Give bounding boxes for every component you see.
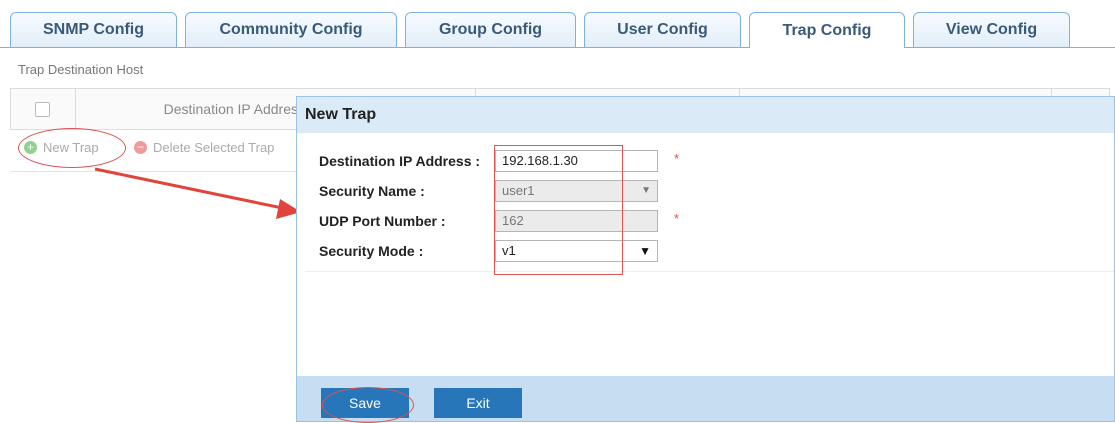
required-mark: * [674, 211, 680, 226]
security-name-row: Security Name : [319, 179, 425, 203]
tab-user-config[interactable]: User Config [584, 12, 741, 47]
tab-community-config[interactable]: Community Config [185, 12, 397, 47]
save-button[interactable]: Save [321, 388, 409, 418]
udp-port-input: 162 [495, 210, 658, 232]
tab-trap-config[interactable]: Trap Config [749, 12, 905, 48]
select-all-checkbox[interactable] [35, 102, 50, 117]
minus-circle-icon: − [134, 141, 147, 154]
security-name-select[interactable]: user1 ▼ [495, 180, 658, 202]
security-mode-value: v1 [502, 243, 516, 258]
delete-selected-trap-button[interactable]: − Delete Selected Trap [134, 140, 274, 155]
new-trap-dialog: New Trap Destination IP Address : 192.16… [296, 96, 1115, 422]
select-all-cell [11, 89, 76, 129]
tab-underline [0, 47, 1115, 48]
dialog-footer: Save Exit [297, 376, 1114, 421]
trap-form: Destination IP Address : 192.168.1.30 * … [305, 141, 1114, 272]
annotation-oval-new-trap [18, 128, 126, 168]
destination-ip-label: Destination IP Address : [319, 153, 481, 169]
destination-ip-row: Destination IP Address : [319, 149, 480, 173]
delete-selected-trap-label: Delete Selected Trap [153, 140, 275, 155]
chevron-down-icon: ▼ [639, 244, 651, 258]
required-mark: * [674, 151, 680, 166]
security-name-label: Security Name : [319, 183, 425, 199]
security-mode-label: Security Mode : [319, 243, 424, 259]
udp-port-row: UDP Port Number : [319, 209, 446, 233]
tab-bar: SNMP Config Community Config Group Confi… [0, 0, 1115, 48]
udp-port-label: UDP Port Number : [319, 213, 446, 229]
tab-view-config[interactable]: View Config [913, 12, 1070, 47]
tab-group-config[interactable]: Group Config [405, 12, 576, 47]
security-mode-row: Security Mode : [319, 239, 423, 263]
dialog-title: New Trap [297, 97, 1114, 133]
security-name-value: user1 [502, 183, 535, 198]
section-title: Trap Destination Host [18, 62, 144, 77]
security-mode-select[interactable]: v1 ▼ [495, 240, 658, 262]
column-header-label: Destination IP Address [163, 101, 305, 117]
exit-button[interactable]: Exit [434, 388, 522, 418]
tab-snmp-config[interactable]: SNMP Config [10, 12, 177, 47]
chevron-down-icon: ▼ [641, 185, 651, 196]
destination-ip-input[interactable]: 192.168.1.30 [495, 150, 658, 172]
